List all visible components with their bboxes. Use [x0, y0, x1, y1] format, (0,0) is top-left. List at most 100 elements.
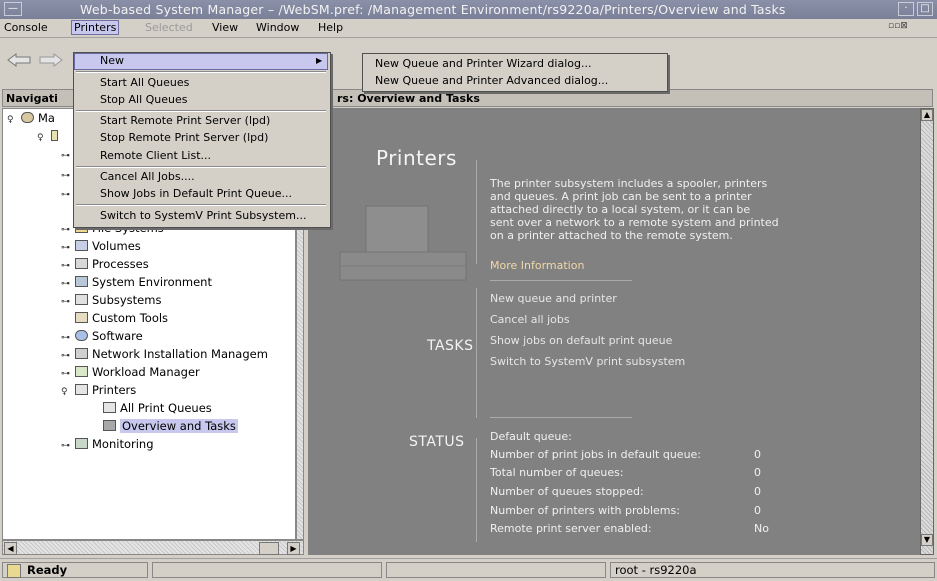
description-line: The printer subsystem includes a spooler… [490, 177, 768, 190]
divider [476, 288, 477, 418]
status-field-empty [152, 562, 382, 578]
menu-item-start-all-queues[interactable]: Start All Queues [100, 74, 189, 92]
more-information-link[interactable]: More Information [490, 259, 584, 272]
content-vertical-scrollbar[interactable]: ▲ ▼ [920, 108, 934, 555]
menu-separator [76, 71, 326, 73]
scroll-down-icon[interactable]: ▼ [921, 534, 933, 546]
printers-menu: New ▶ Start All Queues Stop All Queues S… [73, 52, 331, 228]
menu-item-start-lpd[interactable]: Start Remote Print Server (lpd) [100, 112, 270, 130]
host-icon [51, 130, 58, 141]
status-label: Remote print server enabled: [490, 522, 652, 535]
tree-item-all-print-queues[interactable]: All Print Queues [103, 399, 212, 417]
menu-help[interactable]: Help [318, 21, 343, 34]
menu-window[interactable]: Window [256, 21, 299, 34]
task-link[interactable]: Cancel all jobs [490, 313, 570, 326]
menu-item-show-jobs[interactable]: Show Jobs in Default Print Queue... [100, 185, 292, 203]
title-bar: — Web-based System Manager – /WebSM.pref… [0, 0, 937, 19]
menu-item-remote-client-list[interactable]: Remote Client List... [100, 147, 211, 165]
subsystems-icon [75, 294, 88, 305]
printer-illustration-icon [339, 205, 467, 281]
tree-item-monitoring[interactable]: ⊶ Monitoring [61, 435, 154, 453]
tree-item-printers[interactable]: ♀ Printers [61, 381, 136, 399]
menu-item-cancel-all-jobs[interactable]: Cancel All Jobs.... [100, 168, 195, 186]
status-label: Total number of queues: [490, 466, 624, 479]
expand-icon[interactable]: ⊶ [61, 437, 75, 455]
status-label: Number of print jobs in default queue: [490, 448, 702, 461]
tree-item-workload-manager[interactable]: ⊶ Workload Manager [61, 363, 200, 381]
status-user: root - rs9220a [610, 562, 935, 578]
scroll-right-icon[interactable]: ▶ [287, 542, 300, 555]
collapse-icon[interactable]: ♀ [61, 383, 75, 401]
tree-item-label: Custom Tools [92, 311, 169, 325]
volumes-icon [75, 240, 88, 251]
menu-item-stop-lpd[interactable]: Stop Remote Print Server (lpd) [100, 129, 268, 147]
menu-item-new[interactable]: New [100, 52, 124, 70]
tree-item-label: All Print Queues [120, 401, 212, 415]
tree-item-custom-tools[interactable]: Custom Tools [75, 309, 168, 327]
tree-horizontal-scrollbar[interactable]: ◀ ▶ [2, 540, 304, 555]
scroll-left-icon[interactable]: ◀ [4, 542, 17, 555]
tree-root-label: Ma [38, 111, 55, 125]
menu-separator [76, 204, 326, 206]
collapse-icon[interactable]: ♀ [7, 111, 21, 129]
task-link[interactable]: New queue and printer [490, 292, 617, 305]
custom-tools-icon [75, 312, 88, 323]
description-line: attached directly to a local system, or … [490, 203, 751, 216]
window-tile-icons[interactable]: ▫▫⊠ [888, 21, 908, 31]
collapse-icon[interactable]: ♀ [37, 129, 51, 147]
tree-item-label: Network Installation Managem [92, 347, 268, 361]
tree-item-software[interactable]: ⊶ Software [61, 327, 143, 345]
task-link[interactable]: Show jobs on default print queue [490, 334, 672, 347]
tree-item-volumes[interactable]: ⊶ Volumes [61, 237, 141, 255]
tasks-section-label: TASKS [427, 338, 474, 354]
tree-item-label: Processes [92, 257, 149, 271]
status-label: Default queue: [490, 430, 572, 443]
status-field-empty [386, 562, 606, 578]
tree-item-system-environment[interactable]: ⊶ System Environment [61, 273, 212, 291]
menu-console[interactable]: Console [4, 21, 48, 34]
task-link[interactable]: Switch to SystemV print subsystem [490, 355, 685, 368]
scroll-up-icon[interactable]: ▲ [921, 109, 933, 121]
overview-icon [103, 420, 116, 431]
maximize-icon[interactable]: □ [917, 2, 933, 16]
window-menu-icon[interactable]: — [4, 2, 22, 16]
overview-panel: Printers The printer subsystem includes … [308, 108, 920, 555]
new-submenu: New Queue and Printer Wizard dialog... N… [362, 53, 668, 92]
menu-item-switch-systemv[interactable]: Switch to SystemV Print Subsystem... [100, 207, 306, 225]
tree-item-label: Volumes [92, 239, 141, 253]
tree-item-label: Software [92, 329, 143, 343]
back-arrow-icon[interactable] [6, 53, 66, 67]
menu-printers[interactable]: Printers [71, 20, 120, 35]
menu-item-stop-all-queues[interactable]: Stop All Queues [100, 91, 188, 109]
status-value: 0 [754, 485, 761, 498]
tree-item-overview-and-tasks[interactable]: Overview and Tasks [103, 417, 238, 435]
menu-selected[interactable]: Selected [145, 21, 193, 34]
network-install-icon [75, 348, 88, 359]
expand-icon[interactable]: ⊶ [61, 293, 75, 311]
processes-icon [75, 258, 88, 269]
status-bar: Ready root - rs9220a [0, 558, 937, 581]
divider [476, 438, 477, 542]
management-environment-icon [21, 112, 34, 123]
monitoring-icon [75, 438, 88, 449]
menu-item-new-queue-wizard[interactable]: New Queue and Printer Wizard dialog... [375, 57, 591, 70]
tree-item-subsystems[interactable]: ⊶ Subsystems [61, 291, 161, 309]
tree-root[interactable]: ♀ Ma [7, 109, 55, 127]
status-label: Number of queues stopped: [490, 485, 644, 498]
menu-item-new-queue-advanced[interactable]: New Queue and Printer Advanced dialog... [375, 74, 608, 87]
tree-item-label: Workload Manager [92, 365, 200, 379]
tree-host[interactable]: ♀ [37, 127, 62, 145]
menu-view[interactable]: View [212, 21, 238, 34]
minimize-icon[interactable]: · [898, 2, 914, 16]
tree-item-processes[interactable]: ⊶ Processes [61, 255, 149, 273]
print-queue-icon [103, 402, 116, 413]
software-icon [75, 330, 88, 341]
scroll-thumb[interactable] [259, 542, 279, 555]
status-ready: Ready [2, 562, 148, 578]
tree-item-label-selected: Overview and Tasks [120, 419, 238, 433]
tree-item-network-installation[interactable]: ⊶ Network Installation Managem [61, 345, 268, 363]
tree-item-label: System Environment [92, 275, 212, 289]
status-value: 0 [754, 466, 761, 479]
divider [490, 417, 632, 418]
system-environment-icon [75, 276, 88, 287]
